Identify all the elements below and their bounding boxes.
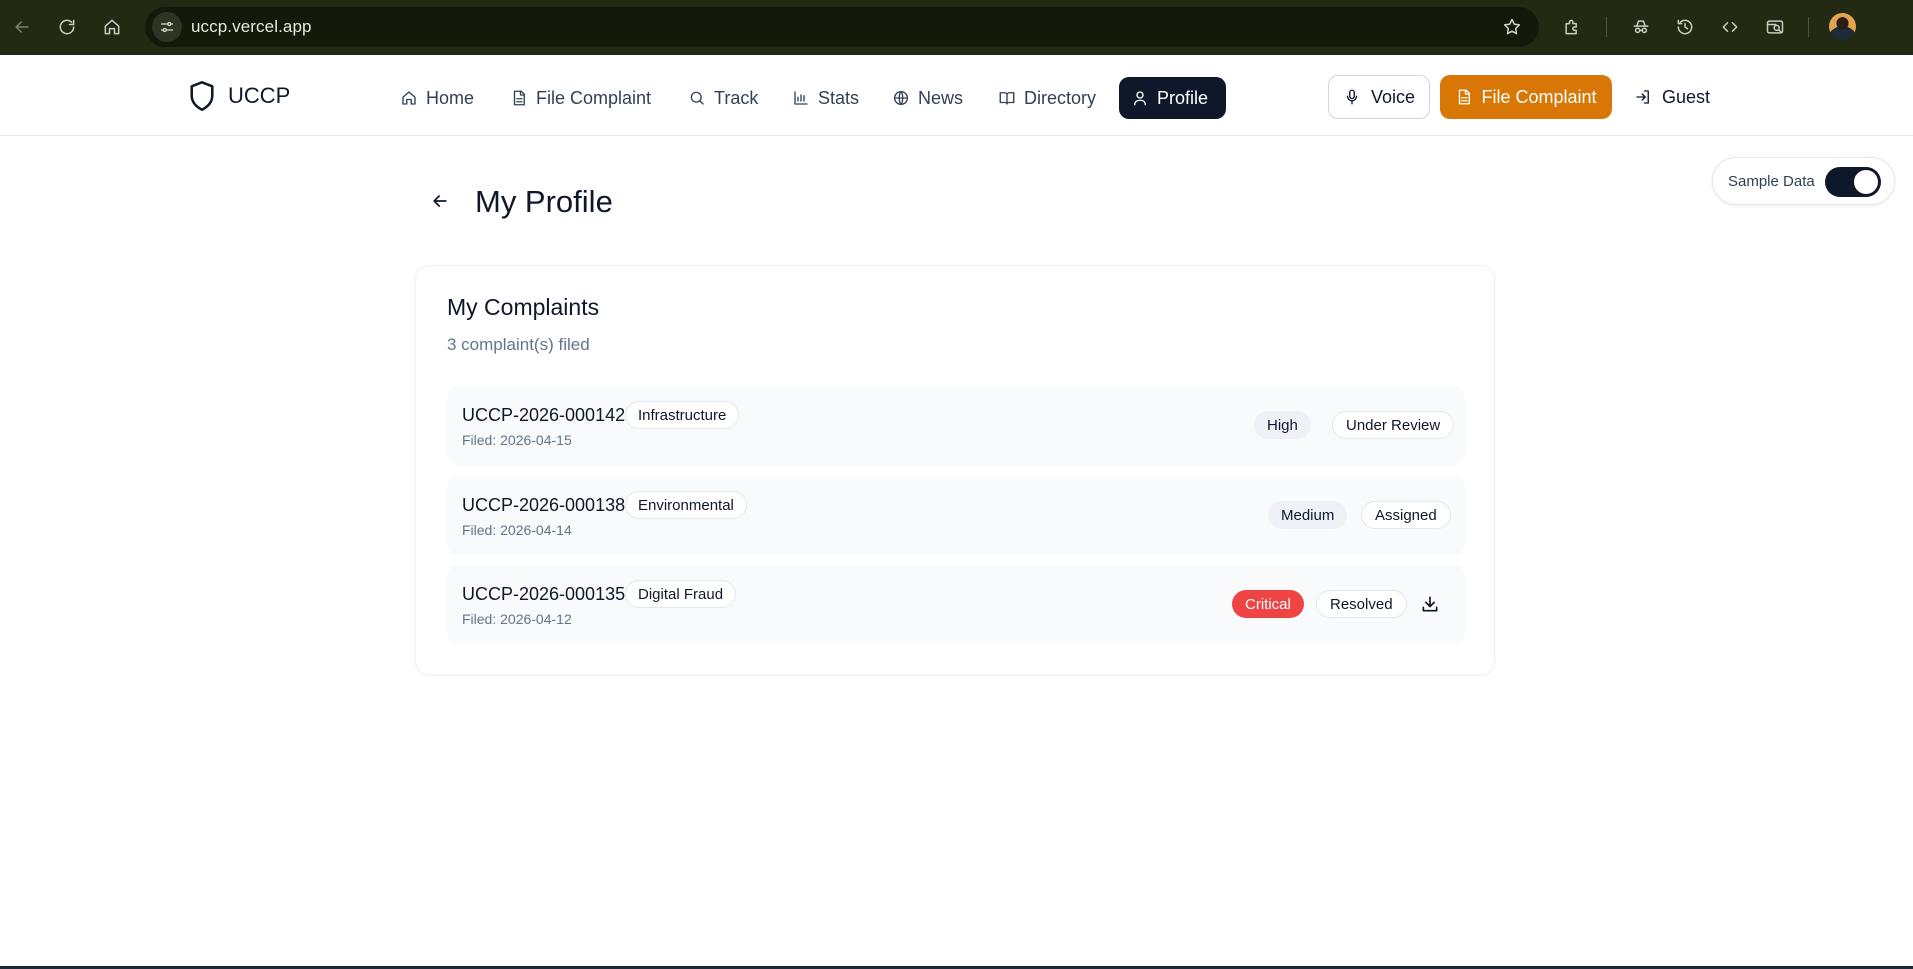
globe-icon [893, 90, 909, 106]
nav-directory-label: Directory [1024, 87, 1097, 108]
star-icon[interactable] [1499, 14, 1525, 40]
address-bar[interactable]: uccp.vercel.app [145, 7, 1539, 47]
toolbar-separator [1606, 17, 1607, 37]
login-icon [1636, 90, 1649, 104]
shield-icon [190, 81, 214, 111]
incognito-icon[interactable] [1626, 12, 1656, 42]
complaint-row[interactable]: UCCP-2026-000138 Environmental Filed: 20… [447, 476, 1465, 555]
complaint-row[interactable]: UCCP-2026-000142 Infrastructure Filed: 2… [447, 386, 1465, 465]
file-complaint-button-label: File Complaint [1481, 86, 1597, 107]
filed-date: Filed: 2026-04-15 [462, 432, 572, 448]
home-icon [402, 91, 416, 105]
file-icon [1459, 89, 1471, 105]
filed-date: Filed: 2026-04-12 [462, 611, 572, 627]
category-badge: Infrastructure [625, 401, 740, 429]
url-text[interactable]: uccp.vercel.app [191, 17, 312, 37]
nav-home[interactable]: Home [388, 77, 486, 119]
voice-button-label: Voice [1370, 86, 1416, 107]
switch-knob [1854, 170, 1878, 194]
priority-badge: Critical [1232, 590, 1304, 618]
status-badge: Resolved [1316, 590, 1407, 618]
nav-file-complaint-label: File Complaint [536, 87, 652, 108]
microphone-icon [1346, 89, 1358, 105]
download-icon [1422, 596, 1438, 612]
file-icon [513, 90, 525, 106]
complaint-row[interactable]: UCCP-2026-000135 Digital Fraud Filed: 20… [447, 565, 1465, 644]
sample-data-toggle: Sample Data [1712, 157, 1895, 205]
search-icon [690, 91, 704, 105]
nav-stats[interactable]: Stats [780, 77, 871, 119]
voice-button[interactable]: Voice [1328, 75, 1430, 119]
nav-track-label: Track [714, 87, 759, 108]
complaint-count: 3 complaint(s) filed [447, 335, 590, 354]
history-icon[interactable] [1670, 12, 1700, 42]
user-icon [1134, 91, 1146, 106]
download-button[interactable] [1417, 591, 1443, 617]
nav-file-complaint[interactable]: File Complaint [498, 77, 663, 119]
file-complaint-button[interactable]: File Complaint [1440, 75, 1612, 119]
status-badge: Assigned [1361, 501, 1451, 529]
nav-directory[interactable]: Directory [986, 77, 1108, 119]
category-badge: Digital Fraud [625, 580, 737, 608]
home-icon[interactable] [97, 12, 127, 42]
tab-search-icon[interactable] [1760, 12, 1790, 42]
category-badge: Environmental [625, 491, 747, 519]
nav-home-label: Home [426, 87, 475, 108]
guest-label: Guest [1662, 86, 1711, 107]
code-icon[interactable] [1715, 12, 1745, 42]
filed-date: Filed: 2026-04-14 [462, 522, 572, 538]
complaint-id: UCCP-2026-000142 [462, 405, 626, 425]
page-title: My Profile [475, 184, 613, 219]
profile-avatar[interactable] [1829, 13, 1856, 40]
toolbar-separator [1808, 17, 1809, 37]
app-header: UCCP Home File Complaint Track Stats New… [0, 55, 1913, 136]
guest-login-button[interactable]: Guest [1634, 75, 1710, 119]
back-button[interactable] [425, 186, 455, 216]
sample-data-label: Sample Data [1728, 173, 1815, 190]
complaint-id: UCCP-2026-000135 [462, 584, 626, 604]
sample-data-switch[interactable] [1825, 167, 1881, 197]
nav-profile-label: Profile [1157, 87, 1209, 108]
card-title: My Complaints [447, 294, 600, 320]
browser-toolbar: uccp.vercel.app [0, 0, 1913, 55]
arrow-left-icon [433, 195, 447, 207]
nav-news-label: News [918, 87, 964, 108]
brand-name: UCCP [228, 83, 291, 108]
status-badge: Under Review [1332, 411, 1455, 439]
site-info-icon[interactable] [152, 12, 182, 42]
nav-news[interactable]: News [880, 77, 975, 119]
bar-chart-icon [794, 91, 808, 105]
nav-stats-label: Stats [818, 87, 860, 108]
complaint-id: UCCP-2026-000138 [462, 495, 626, 515]
priority-badge: Medium [1268, 501, 1348, 529]
back-icon[interactable] [7, 12, 37, 42]
nav-profile[interactable]: Profile [1119, 77, 1226, 119]
nav-track[interactable]: Track [676, 77, 770, 119]
book-icon [999, 92, 1015, 105]
complaints-card: My Complaints 3 complaint(s) filed UCCP-… [415, 265, 1495, 675]
reload-icon[interactable] [52, 12, 82, 42]
priority-badge: High [1254, 411, 1311, 439]
brand-logo[interactable]: UCCP [188, 80, 290, 112]
extensions-icon[interactable] [1557, 12, 1587, 42]
